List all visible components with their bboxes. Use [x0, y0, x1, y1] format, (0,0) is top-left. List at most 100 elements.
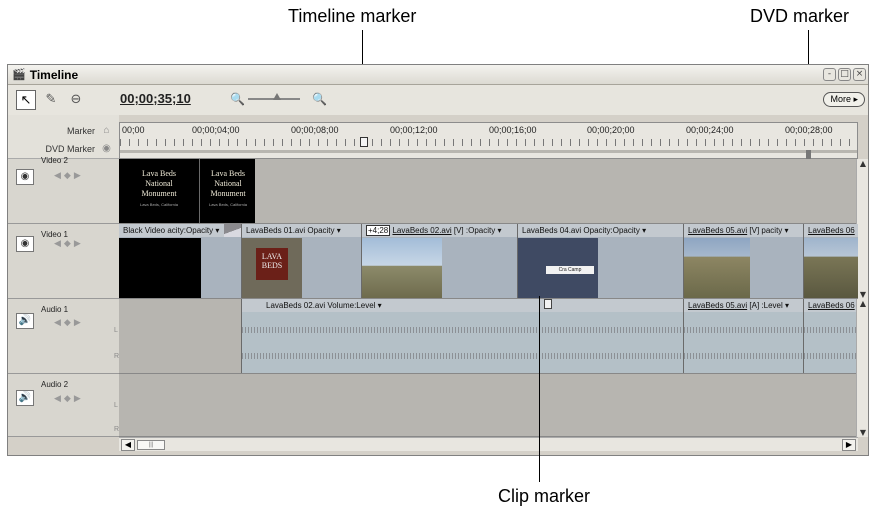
audio-clip-lavabeds-05[interactable]: LavaBeds 05.avi [A] :Level ▾ — [683, 299, 803, 373]
track-header-video2: Video 2 ◉ ◀◆▶ — [8, 156, 119, 224]
marker-icon[interactable]: ⌂ — [100, 125, 113, 137]
clip-label: LavaBeds 05.avi — [688, 226, 748, 235]
keyframe-nav[interactable]: ◀◆▶ — [54, 394, 84, 404]
scroll-left-icon[interactable]: ◀ — [121, 439, 135, 451]
clip-thumbnail — [119, 238, 201, 298]
track-header-audio1: Audio 1 🔊 ◀◆▶ L R — [8, 299, 119, 374]
ruler-timecode: 00;00 — [122, 125, 145, 135]
track-audio1[interactable]: LavaBeds 02.avi Volume:Level ▾ LavaBeds … — [119, 299, 858, 374]
clip-label: LavaBeds 01.avi — [246, 226, 306, 235]
clip-thumbnail — [804, 238, 858, 298]
waveform-right — [684, 353, 803, 359]
zoom-slider-thumb[interactable] — [273, 93, 281, 100]
zoom-out-icon[interactable]: 🔍 — [230, 92, 245, 106]
horizontal-scroll-thumb[interactable]: ||| — [137, 440, 165, 450]
clip-thumbnail: Cra Camp — [518, 238, 598, 298]
time-ruler[interactable]: 00;00 00;00;04;00 00;00;08;00 00;00;12;0… — [119, 122, 858, 159]
title-clip-sub: Lava Beds, California — [208, 202, 248, 207]
work-area-bar[interactable] — [120, 150, 857, 153]
horizontal-scrollbar[interactable]: ◀ ||| ▶ — [119, 437, 858, 451]
maximize-button[interactable]: □ — [838, 68, 851, 81]
channel-label: L — [114, 402, 118, 409]
scroll-right-icon[interactable]: ▶ — [842, 439, 856, 451]
scroll-down-icon[interactable]: ▼ — [858, 428, 868, 437]
eye-icon[interactable]: ◉ — [16, 169, 34, 185]
dvd-marker-icon[interactable]: ◉ — [100, 143, 113, 155]
waveform-left — [242, 327, 683, 333]
current-timecode[interactable]: 00;00;35;10 — [120, 91, 191, 106]
ruler-timecode: 00;00;16;00 — [489, 125, 537, 135]
clip-marker[interactable] — [544, 299, 552, 309]
timeline-marker-callout: Timeline marker — [288, 6, 417, 26]
clip-suffix: [V] pacity ▾ — [749, 226, 789, 235]
clip-lavabeds-01[interactable]: LavaBeds 01.avi Opacity ▾ LAVA BEDS — [241, 224, 361, 298]
clip-thumbnail: LAVA BEDS — [242, 238, 302, 298]
clip-label: LavaBeds 06 — [808, 301, 855, 310]
clip-lavabeds-02[interactable]: +4;28 LavaBeds 02.avi [V] :Opacity ▾ — [361, 224, 517, 298]
selection-tool-icon[interactable]: ↖ — [16, 90, 36, 110]
scroll-down-icon[interactable]: ▼ — [858, 290, 868, 299]
track-video2[interactable]: Lava Beds National Monument Lava Beds, C… — [119, 159, 858, 224]
more-button[interactable]: More ▸ — [823, 92, 865, 107]
audio-clip-lavabeds-02[interactable]: LavaBeds 02.avi Volume:Level ▾ — [241, 299, 683, 373]
sign-text: LAVA BEDS — [256, 248, 288, 280]
clip-in-timecode: +4;28 — [366, 225, 391, 236]
window-title: Timeline — [29, 67, 79, 82]
razor-tool-icon[interactable]: ✎ — [41, 90, 61, 110]
waveform-left — [684, 327, 803, 333]
filmstrip-icon: 🎬 — [12, 68, 26, 81]
clip-label: LavaBeds 04.avi — [522, 226, 582, 235]
title-clip[interactable]: Lava Beds National Monument Lava Beds, C… — [119, 159, 199, 223]
track-video1[interactable]: Black Video acity:Opacity ▾ LavaBeds 01.… — [119, 224, 858, 299]
scroll-up-icon[interactable]: ▲ — [858, 299, 868, 308]
audio-scrollbar[interactable]: ▲ ▼ — [856, 299, 868, 437]
zoom-in-icon[interactable]: 🔍 — [312, 92, 327, 106]
channel-label: L — [114, 327, 118, 334]
ruler-timecode: 00;00;24;00 — [686, 125, 734, 135]
marker-label: Marker — [66, 126, 95, 136]
track-audio2[interactable] — [119, 374, 858, 437]
clip-suffix: Opacity:Opacity ▾ — [583, 226, 647, 235]
track-name: Audio 1 — [41, 305, 69, 314]
ruler-timecode: 00;00;08;00 — [291, 125, 339, 135]
clip-lavabeds-06[interactable]: LavaBeds 06 — [803, 224, 858, 298]
scroll-up-icon[interactable]: ▲ — [858, 159, 868, 168]
clip-label: LavaBeds 02.avi — [392, 226, 452, 235]
clip-marker-callout: Clip marker — [498, 486, 591, 506]
keyframe-nav[interactable]: ◀◆▶ — [54, 239, 84, 249]
audio-clip-lavabeds-06[interactable]: LavaBeds 06 — [803, 299, 858, 373]
clip-lavabeds-05[interactable]: LavaBeds 05.avi [V] pacity ▾ — [683, 224, 803, 298]
ruler-timecode: 00;00;04;00 — [192, 125, 240, 135]
track-name: Audio 2 — [41, 380, 69, 389]
track-header-audio2: Audio 2 🔊 ◀◆▶ L R — [8, 374, 119, 437]
clip-label: LavaBeds 05.avi — [688, 301, 748, 310]
clip-lavabeds-04[interactable]: LavaBeds 04.avi Opacity:Opacity ▾ Cra Ca… — [517, 224, 683, 298]
dvd-marker-label: DVD Marker — [45, 144, 95, 154]
link-tool-icon[interactable]: ⊖ — [66, 90, 86, 110]
clip-suffix: acity:Opacity ▾ — [167, 226, 220, 235]
track-name: Video 1 — [41, 230, 68, 239]
track-header-video1: Video 1 ◉ ◀◆▶ — [8, 224, 119, 299]
clip-suffix: [A] :Level ▾ — [749, 301, 789, 310]
close-button[interactable]: × — [853, 68, 866, 81]
keyframe-nav[interactable]: ◀◆▶ — [54, 171, 84, 181]
waveform-left — [804, 327, 858, 333]
speaker-icon[interactable]: 🔊 — [16, 313, 34, 329]
ruler-header: Marker ⌂ DVD Marker ◉ — [8, 115, 119, 159]
title-clip-sub: Lava Beds, California — [139, 202, 179, 207]
title-clip[interactable]: Lava Beds National Monument Lava Beds, C… — [199, 159, 255, 223]
eye-icon[interactable]: ◉ — [16, 236, 34, 252]
minimize-button[interactable]: - — [823, 68, 836, 81]
black-video-clip[interactable]: Black Video acity:Opacity ▾ — [119, 224, 241, 298]
speaker-icon[interactable]: 🔊 — [16, 390, 34, 406]
title-bar: 🎬 Timeline - □ × — [8, 65, 868, 85]
dvd-marker[interactable] — [806, 150, 811, 159]
title-clip-text: Lava Beds National Monument — [210, 169, 246, 198]
keyframe-nav[interactable]: ◀◆▶ — [54, 318, 84, 328]
clip-suffix: [V] :Opacity ▾ — [453, 226, 502, 235]
timeline-marker[interactable] — [360, 137, 368, 147]
clip-thumbnail — [684, 238, 750, 298]
timeline-window: 🎬 Timeline - □ × ↖ ✎ ⊖ 00;00;35;10 🔍 🔍 M… — [7, 64, 869, 456]
clip-label: LavaBeds 02.avi — [266, 301, 326, 310]
clip-thumbnail — [362, 238, 442, 298]
